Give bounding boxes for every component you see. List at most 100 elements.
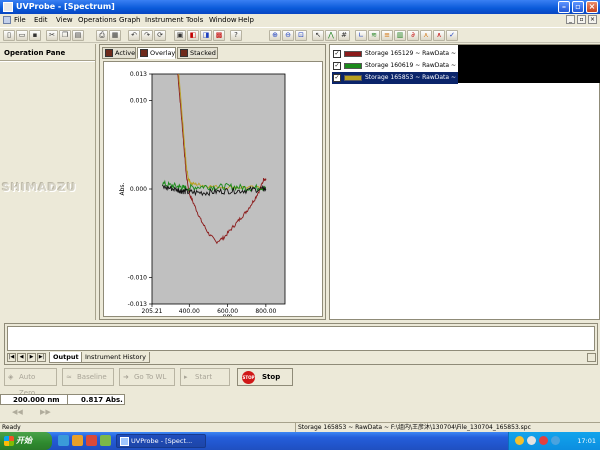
tab-stacked[interactable]: Stacked — [177, 47, 218, 59]
menu-file[interactable]: File — [14, 15, 26, 25]
axis-icon[interactable]: ∟ — [355, 30, 367, 41]
x-tick-label: 800.00 — [255, 308, 276, 315]
help-icon[interactable]: ? — [230, 30, 242, 41]
sample-list-background — [458, 45, 600, 83]
menu-tools[interactable]: Tools — [186, 15, 203, 25]
menu-view[interactable]: View — [56, 15, 73, 25]
operation-pane: Operation Pane SHIMADZU — [0, 44, 96, 320]
tab-active[interactable]: Active — [102, 47, 136, 59]
y-tick-label: 0.010 — [130, 98, 147, 105]
menu-window[interactable]: Window — [209, 15, 237, 25]
cut-icon[interactable]: ✂ — [46, 30, 58, 41]
minimize-button[interactable]: – — [558, 1, 570, 13]
auto-zero-button[interactable]: ◈ Auto Zero — [4, 368, 57, 397]
quicklaunch-ie-icon[interactable] — [58, 435, 69, 446]
menu-help[interactable]: Help — [238, 15, 254, 25]
quicklaunch-app-icon[interactable] — [86, 435, 97, 446]
go-to-wl-icon: ➜ — [123, 373, 129, 381]
tray-input-icon[interactable] — [551, 436, 560, 445]
maximize-button[interactable]: ▫ — [572, 1, 584, 13]
menu-graph[interactable]: Graph — [119, 15, 140, 25]
readout-prev-icon[interactable]: ◀◀ — [12, 408, 23, 416]
last-tab-button[interactable]: ▶| — [37, 353, 46, 362]
mdi-close-button[interactable]: × — [588, 15, 597, 24]
paste-icon[interactable]: ▤ — [72, 30, 84, 41]
start-button[interactable]: ▸ Start — [180, 368, 230, 386]
derivative-icon[interactable]: ∂ — [407, 30, 419, 41]
print-preview-icon[interactable]: ▦ — [109, 30, 121, 41]
title-bar[interactable]: UVProbe - [Spectrum] – ▫ × — [0, 0, 600, 14]
legend-icon[interactable]: ▥ — [394, 30, 406, 41]
document-icon[interactable] — [3, 16, 11, 24]
tray-network-icon[interactable] — [515, 436, 524, 445]
readout-next-icon[interactable]: ▶▶ — [40, 408, 51, 416]
mdi-restore-button[interactable]: ▫ — [577, 15, 586, 24]
tab-instrument-history[interactable]: Instrument History — [81, 352, 150, 363]
refresh-icon[interactable]: ⟳ — [154, 30, 166, 41]
copy-icon[interactable]: ❐ — [59, 30, 71, 41]
app-icon — [3, 2, 13, 12]
zoom-in-icon[interactable]: ⊕ — [269, 30, 281, 41]
grid-icon[interactable]: # — [338, 30, 350, 41]
instrument-icon[interactable]: ◧ — [187, 30, 199, 41]
sample-checkbox[interactable]: ✓ — [333, 62, 341, 70]
absorbance-value: 0.817 Abs. — [81, 396, 123, 404]
quicklaunch-desktop-icon[interactable] — [100, 435, 111, 446]
tray-security-icon[interactable] — [539, 436, 548, 445]
quicklaunch-folder-icon[interactable] — [72, 435, 83, 446]
y-tick-label: 0.000 — [130, 186, 147, 193]
menu-operations[interactable]: Operations — [78, 15, 116, 25]
print-icon[interactable]: ⎙ — [96, 30, 108, 41]
overlay-tab-icon — [140, 49, 148, 57]
overlay-icon[interactable]: ≋ — [368, 30, 380, 41]
menu-bar: File Edit View Operations Graph Instrume… — [0, 14, 600, 26]
start-menu-button[interactable]: 开始 — [0, 432, 52, 450]
mdi-minimize-button[interactable]: _ — [566, 15, 575, 24]
stop-label: Stop — [262, 373, 281, 381]
undo-icon[interactable]: ↶ — [128, 30, 140, 41]
tools-icon[interactable]: ✓ — [446, 30, 458, 41]
y-tick-label: 0.013 — [130, 71, 147, 78]
sample-row[interactable]: ✓ Storage 160619 ~ RawData ~ — [332, 60, 458, 72]
go-to-wl-button[interactable]: ➜ Go To WL — [119, 368, 175, 386]
stop-button[interactable]: STOP Stop — [237, 368, 293, 386]
wavelength-value: 200.000 nm — [13, 396, 60, 404]
stack-icon[interactable]: ≡ — [381, 30, 393, 41]
zoom-region-icon[interactable]: ⊡ — [295, 30, 307, 41]
first-tab-button[interactable]: |◀ — [7, 353, 16, 362]
tray-volume-icon[interactable] — [527, 436, 536, 445]
cursor-icon[interactable]: ↖ — [312, 30, 324, 41]
close-button[interactable]: × — [586, 1, 598, 13]
resize-handle[interactable] — [587, 353, 596, 362]
method-icon[interactable]: ▩ — [213, 30, 225, 41]
connect-icon[interactable]: ▣ — [174, 30, 186, 41]
sample-label: Storage 160619 ~ RawData ~ — [365, 62, 457, 69]
menu-instrument[interactable]: Instrument — [145, 15, 184, 25]
analysis-icon[interactable]: ∧ — [433, 30, 445, 41]
x-tick-label: 400.00 — [179, 308, 200, 315]
peak-icon[interactable]: ⋏ — [420, 30, 432, 41]
tab-overlay[interactable]: Overlay — [137, 47, 176, 59]
redo-icon[interactable]: ↷ — [141, 30, 153, 41]
graph-window: Active Overlay Stacked 0.013 0.010 0.000 -0… — [99, 44, 326, 320]
sample-row[interactable]: ✓ Storage 165853 ~ RawData ~ — [332, 72, 458, 84]
prev-tab-button[interactable]: ◀ — [17, 353, 26, 362]
output-text-area[interactable] — [7, 326, 595, 351]
menu-edit[interactable]: Edit — [34, 15, 48, 25]
tab-output[interactable]: Output — [49, 352, 83, 363]
stop-icon: STOP — [242, 371, 255, 384]
baseline-button[interactable]: ≈ Baseline — [62, 368, 114, 386]
next-tab-button[interactable]: ▶ — [27, 353, 36, 362]
zoom-out-icon[interactable]: ⊖ — [282, 30, 294, 41]
sample-checkbox[interactable]: ✓ — [333, 74, 341, 82]
auto-zero-icon: ◈ — [8, 373, 14, 381]
taskbar-uvprobe-button[interactable]: UVProbe - [Spect... — [116, 434, 206, 448]
sample-checkbox[interactable]: ✓ — [333, 50, 341, 58]
save-icon[interactable]: ▪ — [29, 30, 41, 41]
open-icon[interactable]: ▭ — [16, 30, 28, 41]
peak-pick-icon[interactable]: ⋀ — [325, 30, 337, 41]
sample-row[interactable]: ✓ Storage 165129 ~ RawData ~ — [332, 48, 458, 60]
properties-icon[interactable]: ◨ — [200, 30, 212, 41]
spectrum-plot[interactable]: 0.0130.0100.000-0.010-0.013205.21 400.00 6… — [104, 62, 322, 316]
new-icon[interactable]: ▯ — [3, 30, 15, 41]
